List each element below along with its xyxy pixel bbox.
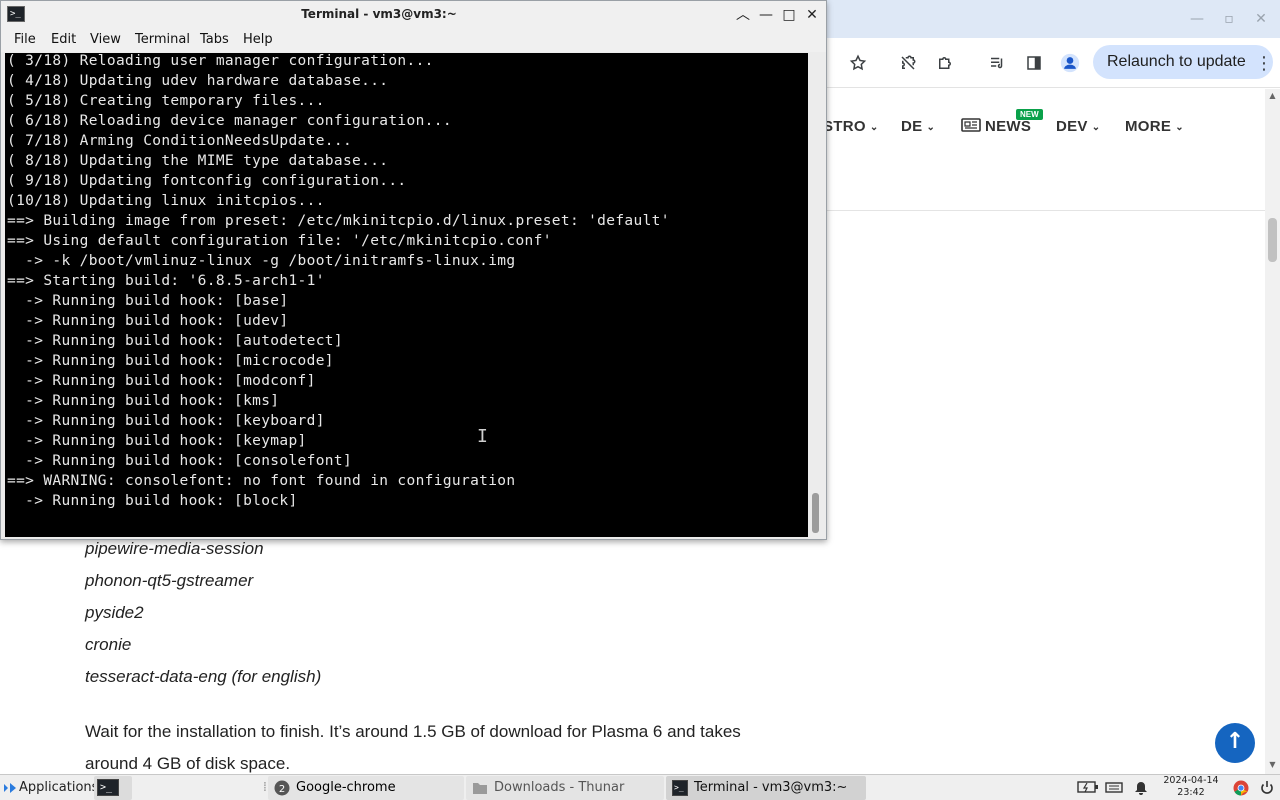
- menu-terminal[interactable]: Terminal: [135, 32, 190, 47]
- terminal-title: Terminal - vm3@vm3:~: [301, 7, 457, 21]
- close-icon[interactable]: ✕: [803, 6, 821, 24]
- nav-dev[interactable]: DEV ⌄: [1056, 118, 1100, 135]
- terminal-line: -> Running build hook: [kms]: [7, 393, 280, 409]
- page-scrollbar[interactable]: [1265, 89, 1280, 774]
- package-item: phonon-qt5-gstreamer: [85, 571, 254, 590]
- folder-icon: [472, 780, 488, 796]
- terminal-line: -> Running build hook: [autodetect]: [7, 333, 343, 349]
- maximize-icon[interactable]: ▫: [1220, 10, 1238, 28]
- terminal-line: -> Running build hook: [keyboard]: [7, 413, 325, 429]
- terminal-line: ( 8/18) Updating the MIME type database.…: [7, 153, 389, 169]
- task-thunar[interactable]: Downloads - Thunar: [466, 776, 664, 800]
- menu-tabs[interactable]: Tabs: [200, 32, 229, 47]
- power-icon[interactable]: [1259, 780, 1275, 796]
- terminal-line: -> -k /boot/vmlinuz-linux -g /boot/initr…: [7, 253, 516, 269]
- terminal-icon: >_: [672, 780, 688, 796]
- profile-avatar-icon[interactable]: [1058, 51, 1082, 75]
- scroll-down-arrow-icon[interactable]: ▼: [1265, 758, 1280, 772]
- menu-edit[interactable]: Edit: [51, 32, 76, 47]
- terminal-line: ( 3/18) Reloading user manager configura…: [7, 53, 434, 69]
- terminal-line: ==> WARNING: consolefont: no font found …: [7, 473, 516, 489]
- chevron-up-icon[interactable]: ︿: [734, 6, 752, 24]
- clock[interactable]: 2024-04-14 23:42: [1163, 775, 1219, 799]
- close-icon[interactable]: ✕: [1252, 10, 1270, 28]
- terminal-scrollbar[interactable]: [808, 53, 826, 537]
- chrome-tray-icon[interactable]: [1233, 780, 1249, 796]
- network-icon[interactable]: [1105, 780, 1125, 796]
- terminal-launcher-button[interactable]: >_: [94, 776, 132, 800]
- new-badge: NEW: [1016, 109, 1043, 120]
- terminal-output[interactable]: ( 3/18) Reloading user manager configura…: [5, 53, 808, 537]
- minimize-icon[interactable]: —: [757, 6, 775, 24]
- side-panel-icon[interactable]: [1022, 51, 1046, 75]
- newspaper-icon: [961, 118, 981, 132]
- applications-menu-button[interactable]: Applications: [2, 776, 98, 800]
- terminal-line: ==> Using default configuration file: '/…: [7, 233, 552, 249]
- terminal-line: ==> Starting build: '6.8.5-arch1-1': [7, 273, 325, 289]
- chevron-down-icon: ⌄: [1175, 122, 1184, 133]
- package-item: pyside2: [85, 603, 144, 622]
- terminal-line: (10/18) Updating linux initcpios...: [7, 193, 325, 209]
- chevron-down-icon: ⌄: [926, 122, 936, 133]
- terminal-window: >_ Terminal - vm3@vm3:~ ︿ — □ ✕ File Edi…: [0, 0, 827, 540]
- article-paragraph: Wait for the installation to finish. It’…: [85, 722, 741, 773]
- chevron-down-icon: ⌄: [1091, 122, 1101, 133]
- terminal-line: ( 6/18) Reloading device manager configu…: [7, 113, 452, 129]
- text-cursor-icon: I: [477, 426, 488, 447]
- extensions-puzzle-icon[interactable]: [933, 51, 957, 75]
- relaunch-button[interactable]: Relaunch to update: [1093, 45, 1273, 79]
- menu-file[interactable]: File: [14, 32, 36, 47]
- terminal-line: -> Running build hook: [block]: [7, 493, 298, 509]
- clock-time: 23:42: [1177, 787, 1205, 798]
- svg-text:2: 2: [279, 784, 285, 795]
- package-item: pipewire-media-session: [85, 539, 264, 558]
- terminal-line: ==> Building image from preset: /etc/mki…: [7, 213, 670, 229]
- chrome-icon: 2: [274, 780, 290, 796]
- terminal-line: -> Running build hook: [keymap]: [7, 433, 307, 449]
- kebab-menu-icon[interactable]: ⋮: [1252, 51, 1276, 75]
- task-google-chrome[interactable]: 2 Google-chrome: [268, 776, 464, 800]
- terminal-line: -> Running build hook: [modconf]: [7, 373, 316, 389]
- extension-off-icon[interactable]: [896, 51, 920, 75]
- terminal-line: -> Running build hook: [microcode]: [7, 353, 334, 369]
- terminal-line: ( 4/18) Updating udev hardware database.…: [7, 73, 389, 89]
- nav-de[interactable]: DE ⌄: [901, 118, 935, 135]
- maximize-icon[interactable]: □: [780, 6, 798, 24]
- terminal-line: -> Running build hook: [base]: [7, 293, 289, 309]
- terminal-menubar: [1, 29, 826, 52]
- package-item: tesseract-data-eng (for english): [85, 667, 322, 686]
- nav-more[interactable]: MORE ⌄: [1125, 118, 1184, 135]
- scroll-to-top-button[interactable]: ↑: [1215, 723, 1255, 763]
- package-item: cronie: [85, 635, 132, 654]
- terminal-line: -> Running build hook: [consolefont]: [7, 453, 353, 469]
- terminal-scroll-thumb[interactable]: [812, 493, 819, 533]
- terminal-icon: >_: [97, 779, 119, 796]
- battery-icon[interactable]: [1077, 780, 1099, 796]
- bookmark-star-icon[interactable]: [846, 51, 870, 75]
- nav-distro[interactable]: STRO ⌄: [823, 118, 879, 135]
- clock-date: 2024-04-14: [1163, 775, 1219, 786]
- menu-view[interactable]: View: [90, 32, 121, 47]
- media-queue-icon[interactable]: [985, 51, 1009, 75]
- scroll-up-arrow-icon[interactable]: ▲: [1265, 89, 1280, 103]
- xfce-logo-icon: [4, 783, 16, 793]
- taskbar: Applications >_ ⁞ 2 Google-chrome Downlo…: [0, 774, 1280, 800]
- terminal-line: ( 7/18) Arming ConditionNeedsUpdate...: [7, 133, 353, 149]
- nav-news[interactable]: NEWS: [961, 118, 1031, 135]
- terminal-line: -> Running build hook: [udev]: [7, 313, 289, 329]
- notification-bell-icon[interactable]: [1133, 780, 1149, 796]
- terminal-line: ( 9/18) Updating fontconfig configuratio…: [7, 173, 407, 189]
- chevron-down-icon: ⌄: [869, 122, 879, 133]
- minimize-icon[interactable]: —: [1188, 10, 1206, 28]
- menu-help[interactable]: Help: [243, 32, 273, 47]
- terminal-line: ( 5/18) Creating temporary files...: [7, 93, 325, 109]
- task-terminal[interactable]: >_ Terminal - vm3@vm3:~: [666, 776, 866, 800]
- page-scroll-thumb[interactable]: [1268, 218, 1277, 262]
